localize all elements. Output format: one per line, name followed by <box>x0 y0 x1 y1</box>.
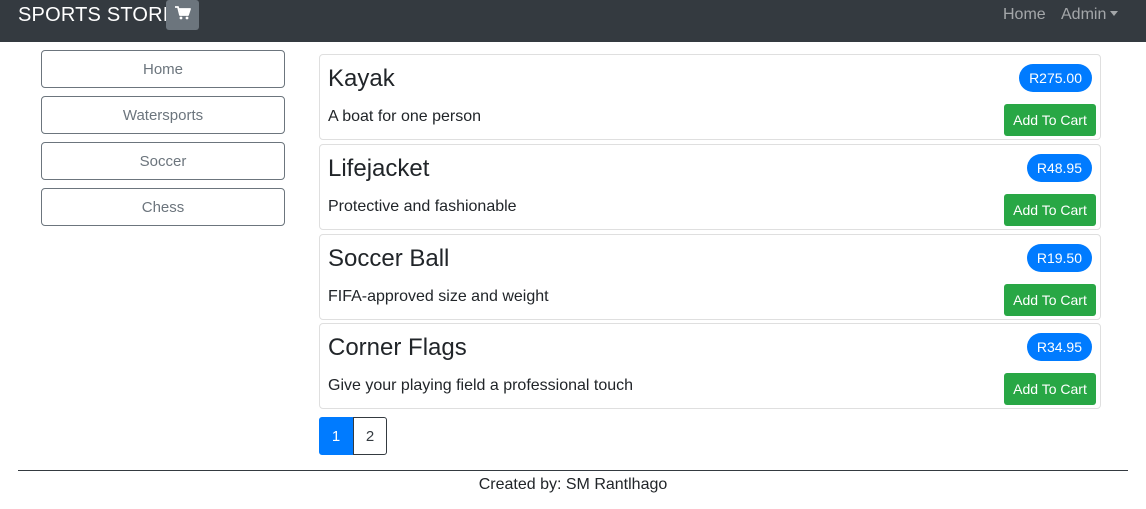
top-navbar: SPORTS STORE Home Admin <box>0 0 1146 42</box>
add-to-cart-button[interactable]: Add To Cart <box>1004 284 1096 316</box>
caret-down-icon <box>1110 11 1119 16</box>
footer-credit: Created by: SM Rantlhago <box>478 476 668 493</box>
price-badge: R275.00 <box>1019 64 1092 92</box>
price-badge: R48.95 <box>1026 154 1092 182</box>
product-name: Kayak <box>328 65 395 92</box>
nav-admin-dropdown[interactable]: Admin <box>1061 6 1119 24</box>
cart-button[interactable] <box>166 0 199 30</box>
price-badge: R19.50 <box>1026 244 1092 272</box>
product-description: A boat for one person <box>328 108 481 125</box>
add-to-cart-button[interactable]: Add To Cart <box>1004 104 1096 136</box>
product-description: Protective and fashionable <box>328 198 517 215</box>
price-badge: R34.95 <box>1026 333 1092 361</box>
product-description: Give your playing field a professional t… <box>328 377 634 394</box>
product-name: Soccer Ball <box>328 245 450 272</box>
product-description: FIFA-approved size and weight <box>328 288 549 305</box>
product-card: Lifejacket R48.95 Protective and fashion… <box>319 144 1101 230</box>
store-brand[interactable]: SPORTS STORE <box>18 4 176 26</box>
pagination-page-2[interactable]: 2 <box>353 417 387 455</box>
product-card: Soccer Ball R19.50 FIFA-approved size an… <box>319 234 1101 320</box>
add-to-cart-button[interactable]: Add To Cart <box>1004 373 1096 405</box>
product-name: Corner Flags <box>328 334 467 361</box>
nav-home-link[interactable]: Home <box>1003 6 1046 24</box>
product-name: Lifejacket <box>328 155 430 182</box>
shopping-cart-icon <box>174 5 191 25</box>
category-button-soccer[interactable]: Soccer <box>41 142 285 180</box>
category-button-home[interactable]: Home <box>41 50 285 88</box>
nav-admin-label: Admin <box>1061 6 1107 23</box>
product-card: Kayak R275.00 A boat for one person Add … <box>319 54 1101 140</box>
category-button-watersports[interactable]: Watersports <box>41 96 285 134</box>
footer-divider <box>18 470 1128 471</box>
product-card: Corner Flags R34.95 Give your playing fi… <box>319 323 1101 409</box>
pagination-page-1[interactable]: 1 <box>319 417 353 455</box>
add-to-cart-button[interactable]: Add To Cart <box>1004 194 1096 226</box>
category-button-chess[interactable]: Chess <box>41 188 285 226</box>
